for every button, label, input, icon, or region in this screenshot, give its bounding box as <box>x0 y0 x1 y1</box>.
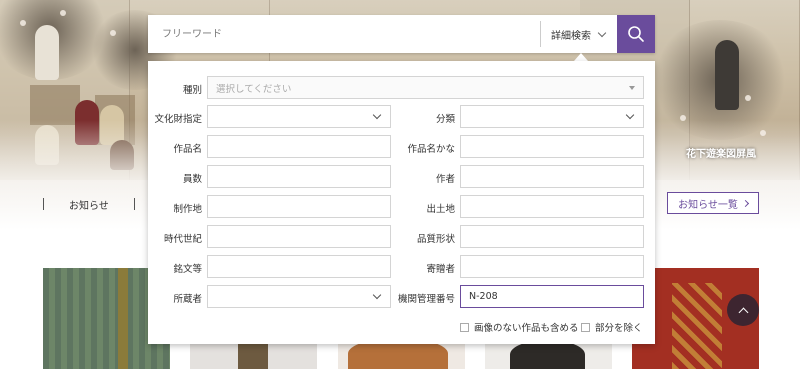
insu-label: 員数 <box>182 174 202 185</box>
shutsudochi-input[interactable] <box>460 195 644 218</box>
search-icon <box>628 26 644 42</box>
type-select[interactable]: 選択してください <box>207 76 644 99</box>
chevron-down-icon <box>625 110 635 120</box>
sakuhin-kana-input[interactable] <box>460 135 644 158</box>
shozosha-select[interactable] <box>207 285 391 308</box>
search-bar: 詳細検索 <box>148 15 655 53</box>
kikan-label: 機関管理番号 <box>397 294 455 305</box>
shutsudochi-label: 出土地 <box>426 204 455 215</box>
seisakuchi-input[interactable] <box>207 195 391 218</box>
divider <box>134 198 135 210</box>
jidai-label: 時代世紀 <box>163 234 202 245</box>
jidai-input[interactable] <box>207 225 391 248</box>
bunrui-select[interactable] <box>460 105 644 128</box>
bunkazai-label: 文化財指定 <box>154 114 202 125</box>
meibun-label: 銘文等 <box>173 264 202 275</box>
advanced-search-panel: 種別 選択してください 文化財指定 分類 作品名 作品名かな 員数 作者 制作地… <box>148 61 655 344</box>
advanced-search-toggle[interactable]: 詳細検索 <box>540 21 616 47</box>
insu-input[interactable] <box>207 165 391 188</box>
scroll-top-button[interactable] <box>727 294 759 326</box>
checkbox-box <box>581 322 590 332</box>
kizosha-input[interactable] <box>460 255 644 278</box>
type-label: 種別 <box>182 85 202 96</box>
notice-heading: お知らせ <box>69 201 109 212</box>
exclude-part-label: 部分を除く <box>595 323 643 334</box>
sakusha-label: 作者 <box>435 174 455 185</box>
caret-down-icon <box>629 86 635 90</box>
sakuhin-kana-label: 作品名かな <box>407 144 455 155</box>
notice-list-button[interactable]: お知らせ一覧 <box>667 192 759 214</box>
shozosha-label: 所蔵者 <box>173 294 202 305</box>
chevron-down-icon <box>372 290 382 300</box>
search-button[interactable] <box>617 15 655 53</box>
sakusha-input[interactable] <box>460 165 644 188</box>
chevron-right-icon <box>741 199 749 207</box>
advanced-search-label: 詳細検索 <box>551 30 591 42</box>
sakuhin-input[interactable] <box>207 135 391 158</box>
dropdown-caret <box>574 53 588 61</box>
kikan-input[interactable] <box>460 285 644 308</box>
meibun-input[interactable] <box>207 255 391 278</box>
include-no-image-checkbox[interactable]: 画像のない作品も含める <box>460 320 579 334</box>
exclude-part-checkbox[interactable]: 部分を除く <box>581 320 643 334</box>
hinshitsu-label: 品質形状 <box>416 234 455 245</box>
bunkazai-select[interactable] <box>207 105 391 128</box>
notice-list-label: お知らせ一覧 <box>678 199 738 211</box>
sakuhin-label: 作品名 <box>173 144 202 155</box>
hero-caption: 花下遊楽図屏風 <box>686 149 756 160</box>
checkbox-box <box>460 322 469 332</box>
chevron-down-icon <box>597 28 607 37</box>
hinshitsu-input[interactable] <box>460 225 644 248</box>
divider <box>43 198 44 210</box>
freeword-search-input[interactable] <box>148 15 540 53</box>
kizosha-label: 寄贈者 <box>426 264 455 275</box>
chevron-up-icon <box>738 307 748 317</box>
bunrui-label: 分類 <box>435 114 455 125</box>
chevron-down-icon <box>372 110 382 120</box>
include-no-image-label: 画像のない作品も含める <box>474 323 579 334</box>
seisakuchi-label: 制作地 <box>173 204 202 215</box>
type-select-value: 選択してください <box>216 83 292 95</box>
